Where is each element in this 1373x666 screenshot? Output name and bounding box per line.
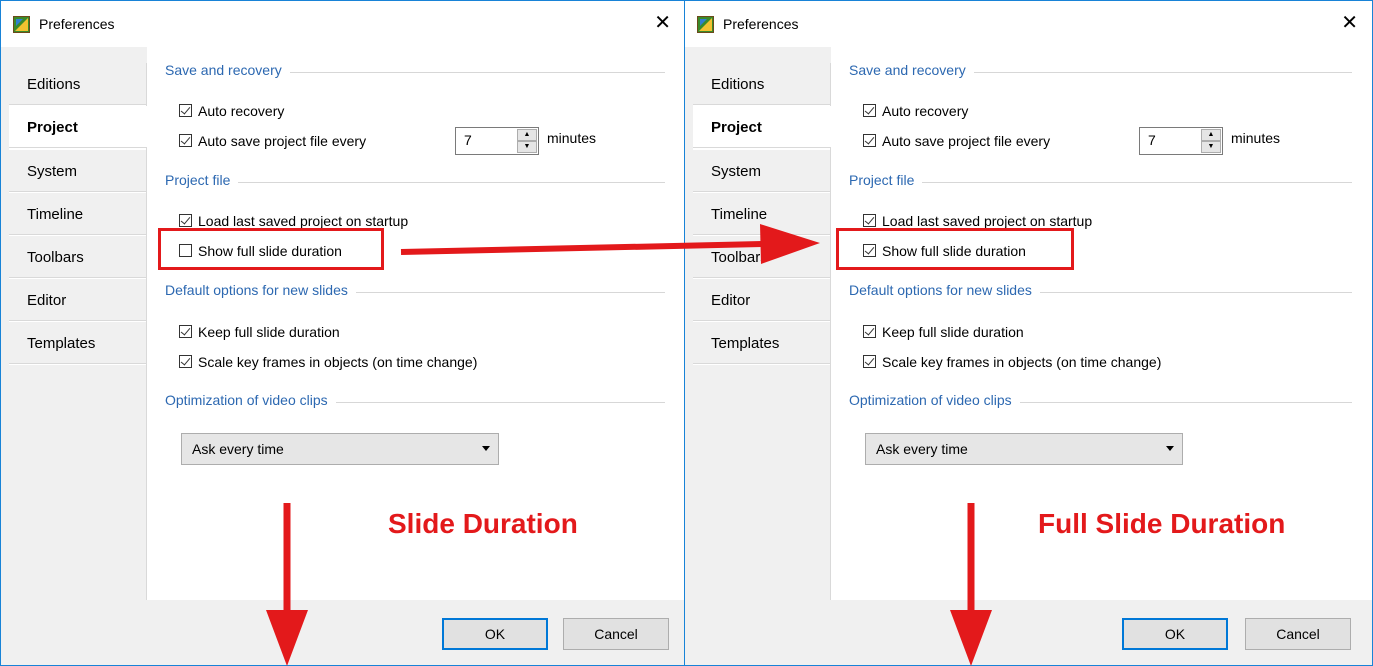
checkbox-icon[interactable] [179, 324, 192, 338]
tab-list: Editions Project System Timeline Toolbar… [693, 63, 833, 600]
tab-project[interactable]: Project [9, 106, 149, 148]
checkbox-scale-key-frames[interactable]: Scale key frames in objects (on time cha… [179, 351, 477, 373]
tab-system[interactable]: System [693, 150, 830, 192]
checkbox-auto-recovery[interactable]: Auto recovery [179, 100, 284, 122]
title-bar: Preferences ✕ [685, 1, 1372, 47]
spin-down-icon[interactable]: ▼ [1201, 141, 1221, 153]
autosave-minutes-stepper[interactable]: 7 ▲ ▼ [455, 127, 539, 155]
section-save-recovery: Save and recovery [165, 62, 665, 82]
checkbox-icon[interactable] [863, 324, 876, 338]
highlight-box-left [158, 228, 384, 270]
checkbox-keep-full-slide-duration[interactable]: Keep full slide duration [179, 321, 340, 343]
tab-templates[interactable]: Templates [693, 322, 830, 364]
cancel-button[interactable]: Cancel [563, 618, 669, 650]
checkbox-icon[interactable] [863, 213, 876, 227]
section-save-recovery: Save and recovery [849, 62, 1352, 82]
tab-editor[interactable]: Editor [693, 279, 830, 321]
title-bar: Preferences ✕ [1, 1, 685, 47]
tab-project[interactable]: Project [693, 106, 833, 148]
window-title: Preferences [39, 16, 115, 32]
chevron-down-icon[interactable] [482, 446, 490, 451]
annotation-slide-duration: Slide Duration [388, 508, 578, 539]
window-title: Preferences [723, 16, 799, 32]
cancel-button[interactable]: Cancel [1245, 618, 1351, 650]
preferences-dialog-right: Preferences ✕ Editions Project System Ti… [684, 0, 1373, 666]
tab-list: Editions Project System Timeline Toolbar… [9, 63, 149, 600]
close-icon[interactable]: ✕ [654, 10, 671, 34]
select-value[interactable]: Ask every time [876, 441, 968, 457]
preferences-dialog-left: Preferences ✕ Editions Project System Ti… [0, 0, 686, 666]
minutes-label: minutes [547, 130, 597, 146]
select-value[interactable]: Ask every time [192, 441, 284, 457]
annotation-full-slide-duration: Full Slide Duration [1038, 508, 1286, 539]
checkbox-icon[interactable] [179, 354, 192, 368]
autosave-minutes-stepper[interactable]: 7 ▲ ▼ [1139, 127, 1223, 155]
checkbox-icon[interactable] [863, 133, 876, 147]
tab-system[interactable]: System [9, 150, 146, 192]
stepper-value[interactable]: 7 [1148, 132, 1156, 148]
section-optimization: Optimization of video clips [849, 392, 1352, 412]
ok-button[interactable]: OK [1122, 618, 1228, 650]
tab-list-filler [9, 365, 146, 600]
checkbox-auto-recovery[interactable]: Auto recovery [863, 100, 968, 122]
tab-list-filler [693, 365, 830, 600]
section-default-options: Default options for new slides [849, 282, 1352, 302]
ok-button[interactable]: OK [442, 618, 548, 650]
section-default-options: Default options for new slides [165, 282, 665, 302]
tab-timeline[interactable]: Timeline [9, 193, 146, 235]
checkbox-icon[interactable] [863, 103, 876, 117]
minutes-label: minutes [1231, 130, 1281, 146]
checkbox-icon[interactable] [179, 213, 192, 227]
preferences-app-icon [13, 16, 30, 33]
checkbox-auto-save[interactable]: Auto save project file every [863, 130, 1050, 152]
tab-toolbars[interactable]: Toolbars [693, 236, 830, 278]
section-project-file: Project file [849, 172, 1352, 192]
checkbox-icon[interactable] [179, 133, 192, 147]
checkbox-auto-save[interactable]: Auto save project file every [179, 130, 366, 152]
section-optimization: Optimization of video clips [165, 392, 665, 412]
spin-up-icon[interactable]: ▲ [1201, 129, 1221, 141]
checkbox-icon[interactable] [863, 354, 876, 368]
tab-toolbars[interactable]: Toolbars [9, 236, 146, 278]
chevron-down-icon[interactable] [1166, 446, 1174, 451]
tab-editions[interactable]: Editions [693, 63, 830, 105]
optimization-select[interactable]: Ask every time [865, 433, 1183, 465]
preferences-app-icon [697, 16, 714, 33]
tab-templates[interactable]: Templates [9, 322, 146, 364]
optimization-select[interactable]: Ask every time [181, 433, 499, 465]
tab-timeline[interactable]: Timeline [693, 193, 830, 235]
checkbox-scale-key-frames[interactable]: Scale key frames in objects (on time cha… [863, 351, 1161, 373]
section-project-file: Project file [165, 172, 665, 192]
checkbox-icon[interactable] [179, 103, 192, 117]
close-icon[interactable]: ✕ [1341, 10, 1358, 34]
stepper-value[interactable]: 7 [464, 132, 472, 148]
tab-editions[interactable]: Editions [9, 63, 146, 105]
checkbox-keep-full-slide-duration[interactable]: Keep full slide duration [863, 321, 1024, 343]
screenshot-stage: Preferences ✕ Editions Project System Ti… [0, 0, 1373, 666]
spin-down-icon[interactable]: ▼ [517, 141, 537, 153]
tab-editor[interactable]: Editor [9, 279, 146, 321]
highlight-box-right [836, 228, 1074, 270]
spin-up-icon[interactable]: ▲ [517, 129, 537, 141]
